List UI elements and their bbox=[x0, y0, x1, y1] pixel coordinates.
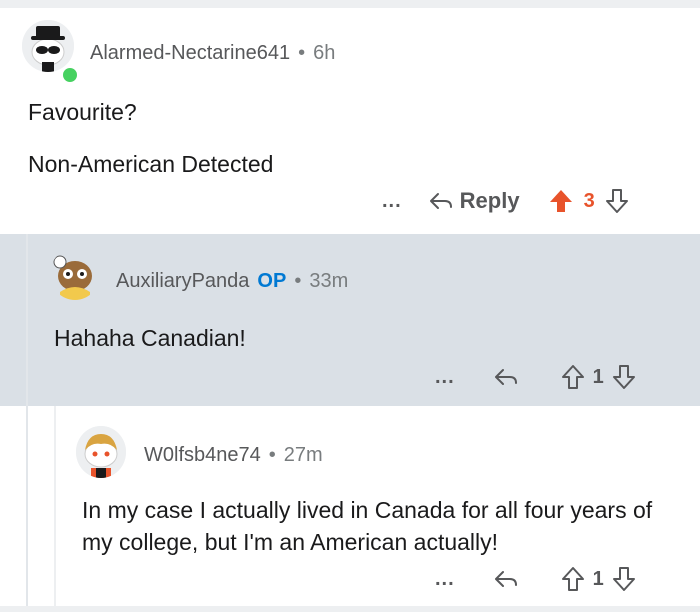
bottom-divider bbox=[0, 606, 700, 612]
upvote-arrow-icon bbox=[561, 365, 584, 389]
comment-auxiliary-panda: AuxiliaryPanda OP • 33m Hahaha Canadian!… bbox=[0, 234, 700, 406]
comment-meta: AuxiliaryPanda OP • 33m bbox=[116, 270, 348, 293]
comment-actions: ... 1 bbox=[435, 364, 636, 390]
username[interactable]: AuxiliaryPanda bbox=[116, 270, 249, 293]
separator-dot: • bbox=[298, 42, 306, 64]
username[interactable]: W0lfsb4ne74 bbox=[144, 444, 261, 467]
reply-button[interactable] bbox=[493, 366, 519, 388]
upvote-button[interactable] bbox=[548, 188, 574, 214]
username[interactable]: Alarmed-Nectarine641 bbox=[90, 42, 290, 65]
vote-score: 3 bbox=[583, 189, 595, 212]
downvote-arrow-icon bbox=[605, 189, 628, 213]
comment-body-line: Hahaha Canadian! bbox=[54, 325, 246, 351]
timestamp[interactable]: 33m bbox=[309, 270, 348, 293]
downvote-button[interactable] bbox=[605, 188, 629, 214]
snoo-avatar-icon bbox=[22, 20, 74, 72]
comment-meta: W0lfsb4ne74 • 27m bbox=[144, 444, 323, 467]
downvote-button[interactable] bbox=[612, 566, 636, 592]
reply-arrow-icon bbox=[494, 369, 517, 385]
separator-dot: • bbox=[268, 444, 276, 466]
comment-actions: ... 1 bbox=[435, 566, 636, 592]
timestamp[interactable]: 6h bbox=[313, 42, 335, 65]
vote-score: 1 bbox=[592, 567, 604, 590]
comment-alarmed-nectarine: Alarmed-Nectarine641 • 6h Favourite? Non… bbox=[0, 8, 700, 234]
comment-w0lfsb4ne74: W0lfsb4ne74 • 27m In my case I actually … bbox=[0, 406, 700, 606]
downvote-button[interactable] bbox=[612, 364, 636, 390]
comment-meta: Alarmed-Nectarine641 • 6h bbox=[90, 42, 335, 65]
downvote-arrow-icon bbox=[612, 365, 635, 389]
top-divider bbox=[0, 0, 700, 8]
thread-line[interactable] bbox=[26, 406, 28, 606]
avatar[interactable] bbox=[22, 20, 74, 72]
reply-label: Reply bbox=[459, 188, 520, 213]
snoo-avatar-icon bbox=[76, 426, 126, 478]
reply-button[interactable]: Reply bbox=[428, 188, 520, 214]
more-options-button[interactable]: ... bbox=[435, 366, 455, 389]
thread-line[interactable] bbox=[54, 406, 56, 606]
upvote-button[interactable] bbox=[561, 566, 585, 592]
reply-arrow-icon bbox=[494, 571, 517, 587]
more-options-button[interactable]: ... bbox=[435, 568, 455, 591]
upvote-button[interactable] bbox=[561, 364, 585, 390]
reply-arrow-icon bbox=[429, 193, 452, 209]
more-options-button[interactable]: ... bbox=[382, 190, 402, 213]
vote-score: 1 bbox=[592, 365, 604, 388]
online-indicator bbox=[61, 66, 79, 84]
upvote-arrow-icon bbox=[549, 190, 572, 212]
op-badge: OP bbox=[257, 270, 287, 292]
reply-button[interactable] bbox=[493, 568, 519, 590]
separator-dot: • bbox=[294, 270, 302, 292]
comment-actions: ... Reply 3 bbox=[382, 188, 629, 214]
avatar[interactable] bbox=[50, 248, 100, 300]
snoo-avatar-icon bbox=[53, 255, 92, 300]
comment-body-line: Favourite? bbox=[28, 99, 137, 125]
thread-line[interactable] bbox=[26, 234, 28, 406]
avatar[interactable] bbox=[76, 426, 126, 478]
comment-body-line: Non-American Detected bbox=[28, 151, 274, 177]
upvote-arrow-icon bbox=[561, 567, 584, 591]
timestamp[interactable]: 27m bbox=[284, 444, 323, 467]
downvote-arrow-icon bbox=[612, 567, 635, 591]
comment-body-line: In my case I actually lived in Canada fo… bbox=[82, 497, 653, 555]
